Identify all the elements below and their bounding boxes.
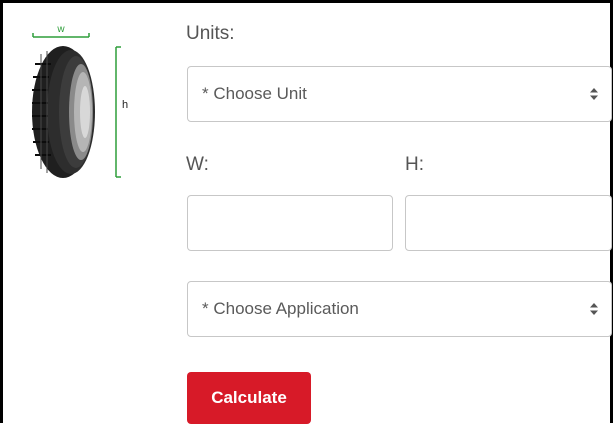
unit-select[interactable]: * Choose Unit (187, 66, 612, 122)
calculate-button[interactable]: Calculate (187, 372, 311, 424)
width-input[interactable] (187, 195, 393, 251)
application-select-value: * Choose Application (202, 299, 359, 318)
tire-icon (32, 46, 95, 178)
height-dimension-marker: h (115, 46, 128, 178)
height-label: H: (405, 154, 424, 175)
width-label: W: (186, 154, 209, 175)
tire-dimension-illustration: w h (32, 24, 128, 178)
units-label: Units: (186, 23, 235, 44)
application-select[interactable]: * Choose Application (187, 281, 612, 337)
height-marker-label: h (122, 99, 128, 111)
unit-select-value: * Choose Unit (202, 84, 307, 103)
height-input[interactable] (405, 195, 612, 251)
calculator-panel: w h Units: * Choose Unit W: H: * Choose … (0, 0, 613, 424)
width-marker-label: w (56, 24, 65, 35)
width-dimension-marker: w (32, 24, 90, 38)
select-arrows-icon (590, 303, 598, 315)
select-arrows-icon (590, 88, 598, 100)
